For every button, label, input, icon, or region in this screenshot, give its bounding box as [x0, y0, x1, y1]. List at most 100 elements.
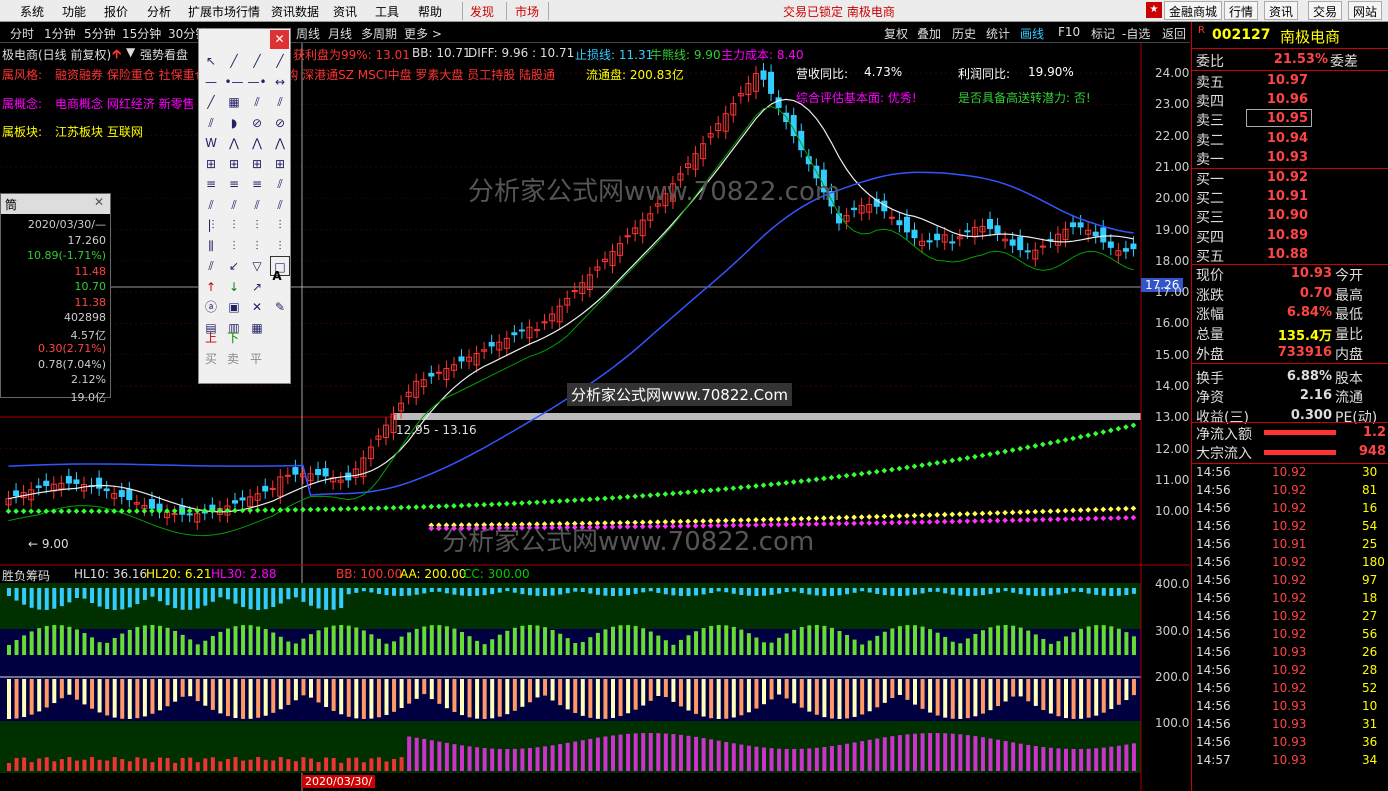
ask-price[interactable]: 10.93: [1252, 150, 1308, 165]
draw-tool-icon[interactable]: ▽: [247, 256, 267, 276]
website-button[interactable]: 网站: [1348, 1, 1383, 20]
draw-tool-icon[interactable]: ▣: [224, 297, 244, 317]
text-tool[interactable]: A: [267, 266, 287, 286]
ask-price[interactable]: 10.94: [1252, 131, 1308, 146]
draw-tool-icon[interactable]: ≡: [224, 174, 244, 194]
tool-overlay[interactable]: 叠加: [917, 25, 941, 42]
draw-tool-icon[interactable]: ↖: [201, 51, 221, 71]
draw-tool-icon[interactable]: ≡: [201, 174, 221, 194]
draw-tool-icon[interactable]: ⫽: [201, 195, 221, 215]
draw-tool-icon[interactable]: ⊘: [247, 113, 267, 133]
menu-tools[interactable]: 工具: [375, 3, 399, 20]
finance-mall-button[interactable]: 金融商城: [1164, 1, 1223, 20]
draw-tool-icon[interactable]: ↓: [224, 277, 244, 297]
draw-tool-icon[interactable]: ⊞: [224, 154, 244, 174]
draw-tool-icon[interactable]: ⫽: [247, 92, 267, 112]
period-month[interactable]: 月线: [328, 25, 352, 42]
period-week[interactable]: 周线: [296, 25, 320, 42]
menu-info-data[interactable]: 资讯数据: [271, 3, 319, 20]
buy-tool[interactable]: 买: [201, 349, 221, 369]
indicator-name[interactable]: 胜负筹码: [2, 567, 50, 584]
bid-price[interactable]: 10.89: [1252, 228, 1308, 243]
draw-tool-icon[interactable]: •—: [224, 72, 244, 92]
menu-ext-market[interactable]: 扩展市场行情: [188, 3, 260, 20]
chevron-down-icon[interactable]: ▼: [126, 45, 135, 59]
draw-tool-icon[interactable]: ✕: [247, 297, 267, 317]
tool-f10[interactable]: F10: [1058, 25, 1080, 39]
kline-chart-canvas[interactable]: [0, 43, 1190, 791]
period-15min[interactable]: 15分钟: [122, 25, 161, 42]
draw-tool-icon[interactable]: ⊘: [270, 113, 290, 133]
bid-price[interactable]: 10.91: [1252, 189, 1308, 204]
draw-tool-icon[interactable]: |⫶: [201, 215, 221, 235]
menu-system[interactable]: 系统: [20, 3, 44, 20]
period-more[interactable]: 更多 >: [404, 25, 442, 42]
kline-chart[interactable]: 极电商(日线 前复权) 🡱 ▼ 强势看盘 获利盘为99%: 13.01 BB: …: [0, 43, 1190, 791]
tool-statistics[interactable]: 统计: [986, 25, 1010, 42]
period-multi[interactable]: 多周期: [361, 25, 397, 42]
draw-tool-icon[interactable]: ⫽: [247, 195, 267, 215]
strategy-selector[interactable]: 强势看盘: [140, 46, 188, 63]
ask-price[interactable]: 10.96: [1252, 92, 1308, 107]
quote-button[interactable]: 行情: [1224, 1, 1259, 20]
draw-tool-icon[interactable]: —•: [247, 72, 267, 92]
popup-header[interactable]: 筒 ✕: [1, 194, 110, 214]
draw-tool-icon[interactable]: ⫶: [270, 215, 290, 235]
up-tool[interactable]: 上: [201, 328, 221, 348]
tool-mark[interactable]: 标记: [1091, 25, 1115, 42]
bid-price[interactable]: 10.92: [1252, 170, 1308, 185]
draw-tool-icon[interactable]: ╱: [247, 51, 267, 71]
bid-price[interactable]: 10.88: [1252, 247, 1308, 262]
menu-function[interactable]: 功能: [62, 3, 86, 20]
draw-tool-icon[interactable]: ⓐ: [201, 297, 221, 317]
draw-tool-icon[interactable]: ⫼: [201, 236, 221, 256]
close-icon[interactable]: ✕: [270, 30, 289, 49]
period-tick[interactable]: 分时: [10, 25, 34, 42]
draw-tool-icon[interactable]: ▦: [224, 92, 244, 112]
sell-tool[interactable]: 卖: [223, 349, 243, 369]
draw-tool-icon[interactable]: ↔: [270, 72, 290, 92]
draw-tool-icon[interactable]: ▦: [247, 318, 267, 338]
draw-tool-icon[interactable]: ⋀: [224, 133, 244, 153]
flat-tool[interactable]: 平: [246, 349, 266, 369]
tool-add-watchlist[interactable]: -自选: [1122, 25, 1150, 42]
draw-tool-icon[interactable]: ╱: [270, 51, 290, 71]
draw-tool-icon[interactable]: ↑: [201, 277, 221, 297]
draw-tool-icon[interactable]: ↙: [224, 256, 244, 276]
menu-quote[interactable]: 报价: [104, 3, 128, 20]
draw-tool-icon[interactable]: ⫶: [247, 236, 267, 256]
draw-tool-icon[interactable]: ⫽: [224, 195, 244, 215]
draw-tool-icon[interactable]: W: [201, 133, 221, 153]
tool-back[interactable]: 返回: [1162, 25, 1186, 42]
draw-tool-icon[interactable]: ╱: [224, 51, 244, 71]
draw-tool-icon[interactable]: —: [201, 72, 221, 92]
bid-price[interactable]: 10.90: [1252, 208, 1308, 223]
draw-tool-icon[interactable]: ⫽: [270, 195, 290, 215]
period-1min[interactable]: 1分钟: [44, 25, 76, 42]
down-tool[interactable]: 下: [223, 328, 243, 348]
menu-market[interactable]: 市场: [515, 3, 539, 20]
period-5min[interactable]: 5分钟: [84, 25, 116, 42]
close-icon[interactable]: ✕: [94, 195, 104, 209]
tool-history[interactable]: 历史: [952, 25, 976, 42]
draw-tool-icon[interactable]: ⊞: [201, 154, 221, 174]
draw-tool-icon[interactable]: ◗: [224, 113, 244, 133]
draw-tool-icon[interactable]: ↗: [247, 277, 267, 297]
draw-tool-icon[interactable]: ⫶: [224, 215, 244, 235]
menu-analysis[interactable]: 分析: [147, 3, 171, 20]
draw-tool-icon[interactable]: ⫶: [224, 236, 244, 256]
tool-draw-line[interactable]: 画线: [1020, 25, 1044, 42]
menu-info[interactable]: 资讯: [333, 3, 357, 20]
draw-tool-icon[interactable]: ⫽: [270, 92, 290, 112]
draw-tool-icon[interactable]: ⊞: [247, 154, 267, 174]
draw-tool-icon[interactable]: ⫶: [270, 236, 290, 256]
draw-tool-icon[interactable]: ⊞: [270, 154, 290, 174]
menu-help[interactable]: 帮助: [418, 3, 442, 20]
draw-tool-icon[interactable]: ⫽: [201, 256, 221, 276]
info-button[interactable]: 资讯: [1264, 1, 1299, 20]
draw-tool-icon[interactable]: ⋀: [247, 133, 267, 153]
draw-tool-icon[interactable]: ⫽: [201, 113, 221, 133]
draw-tool-icon[interactable]: ⫽: [270, 174, 290, 194]
draw-tool-icon[interactable]: ✎: [270, 297, 290, 317]
tool-restore-rights[interactable]: 复权: [884, 25, 908, 42]
